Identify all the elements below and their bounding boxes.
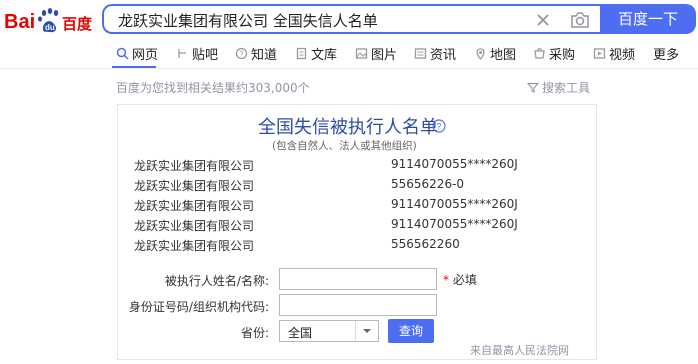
chevron-down-icon (355, 321, 378, 341)
search-tools-label: 搜索工具 (542, 81, 591, 95)
tab-zhidao[interactable]: ? 知道 (235, 44, 277, 63)
search-box[interactable]: 龙跃实业集团有限公司 全国失信人名单 (102, 4, 600, 34)
tab-label: 地图 (490, 48, 517, 63)
svg-text:?: ? (239, 50, 244, 59)
map-icon (476, 48, 485, 60)
tab-label: 贴吧 (192, 48, 219, 63)
video-icon (593, 48, 606, 59)
row-code: 9114070055****260J (391, 197, 518, 211)
image-icon (355, 48, 368, 59)
list-row[interactable]: 龙跃实业集团有限公司 9114070055****260J (134, 197, 564, 215)
tab-label: 资讯 (430, 48, 457, 63)
tieba-icon (178, 49, 186, 58)
required-text: 必填 (452, 273, 477, 287)
tab-more[interactable]: 更多 (653, 44, 679, 63)
province-select[interactable]: 全国 (279, 320, 379, 342)
header-divider (0, 68, 698, 69)
card-subtitle: (包含自然人、法人或其他组织) (272, 140, 417, 152)
tab-tieba[interactable]: 贴吧 (176, 44, 218, 63)
baidu-logo[interactable]: Bai du 百度 (4, 4, 93, 38)
svg-text:?: ? (436, 122, 441, 132)
list-row[interactable]: 龙跃实业集团有限公司 556562260 (134, 237, 564, 255)
search-button[interactable]: 百度一下 (600, 4, 696, 34)
tab-video[interactable]: 视频 (593, 44, 635, 63)
tab-label: 网页 (132, 48, 159, 63)
id-field[interactable] (279, 294, 437, 316)
row-name[interactable]: 龙跃实业集团有限公司 (134, 157, 254, 174)
news-icon (414, 48, 427, 59)
search-icon (116, 47, 129, 60)
svg-text:Bai: Bai (4, 11, 35, 33)
tab-web[interactable]: 网页 (116, 44, 158, 63)
tab-label: 知道 (251, 48, 278, 63)
row-code: 55656226-0 (391, 177, 465, 191)
tab-news[interactable]: 资讯 (414, 44, 456, 63)
card-title[interactable]: 全国失信被执行人名单 (258, 113, 438, 139)
tab-label: 文库 (311, 48, 338, 63)
tab-label: 采购 (549, 48, 576, 63)
row-code: 9114070055****260J (391, 217, 518, 231)
svg-text:du: du (45, 23, 55, 32)
source-link[interactable]: 来自最高人民法院网 (470, 342, 569, 358)
camera-icon[interactable] (569, 10, 591, 30)
tab-map[interactable]: 地图 (474, 44, 516, 63)
tab-purchase[interactable]: 采购 (533, 44, 575, 63)
dishonest-list-card: 全国失信被执行人名单 ? (包含自然人、法人或其他组织) 龙跃实业集团有限公司 … (117, 104, 597, 360)
required-star: * (443, 273, 449, 287)
list-row[interactable]: 龙跃实业集团有限公司 55656226-0 (134, 177, 564, 195)
list-row[interactable]: 龙跃实业集团有限公司 9114070055****260J (134, 217, 564, 235)
row-name[interactable]: 龙跃实业集团有限公司 (134, 177, 254, 194)
tab-label: 更多 (653, 48, 680, 63)
required-hint: * 必填 (443, 271, 477, 288)
purchase-icon (534, 48, 545, 59)
tab-label: 视频 (609, 48, 636, 63)
search-tools[interactable]: 搜索工具 (527, 79, 590, 96)
clear-icon[interactable] (534, 11, 552, 29)
province-label: 省份: (240, 326, 269, 340)
row-code: 556562260 (391, 237, 460, 251)
list-row[interactable]: 龙跃实业集团有限公司 9114070055****260J (134, 157, 564, 175)
query-button[interactable]: 查询 (388, 319, 434, 343)
name-field-label: 被执行人姓名/名称: (164, 274, 269, 288)
search-input[interactable]: 龙跃实业集团有限公司 全国失信人名单 (118, 10, 378, 31)
row-name[interactable]: 龙跃实业集团有限公司 (134, 237, 254, 254)
row-code: 9114070055****260J (391, 157, 518, 171)
result-count: 百度为您找到相关结果约303,000个 (116, 81, 310, 95)
tab-label: 图片 (371, 48, 398, 63)
tab-wenku[interactable]: 文库 (295, 44, 337, 63)
province-value: 全国 (288, 326, 313, 340)
tab-image[interactable]: 图片 (355, 44, 397, 63)
help-icon[interactable]: ? (432, 119, 446, 133)
row-name[interactable]: 龙跃实业集团有限公司 (134, 197, 254, 214)
wenku-icon (296, 47, 307, 60)
svg-text:百度: 百度 (62, 15, 92, 33)
id-field-label: 身份证号码/组织机构代码: (128, 300, 269, 314)
name-field[interactable] (279, 268, 437, 290)
row-name[interactable]: 龙跃实业集团有限公司 (134, 217, 254, 234)
filter-icon (527, 82, 539, 93)
zhidao-icon: ? (235, 47, 248, 60)
